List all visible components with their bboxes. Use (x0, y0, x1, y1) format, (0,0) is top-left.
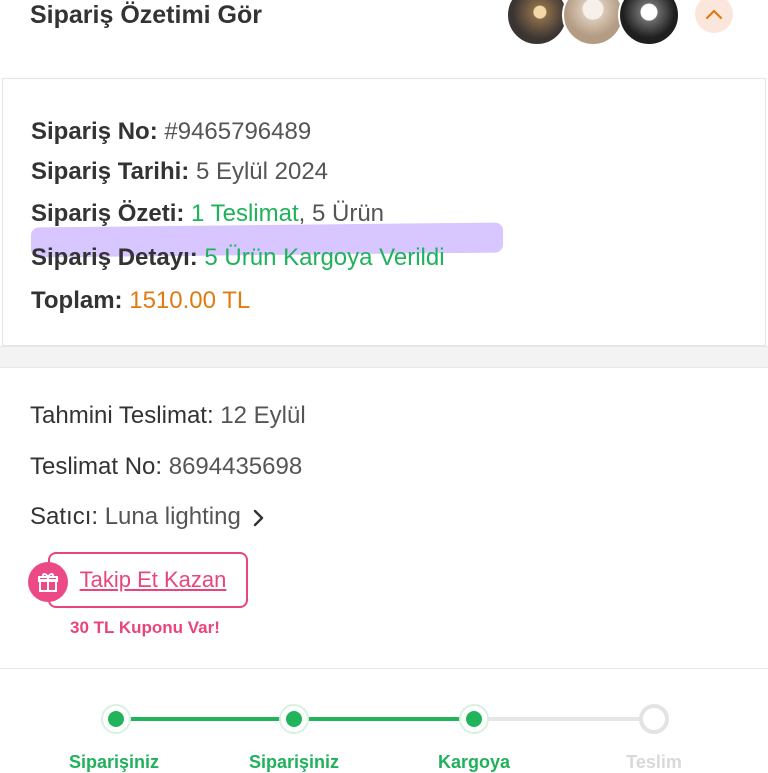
product-thumbnails (506, 0, 680, 46)
tracking-value: 8694435698 (168, 453, 303, 480)
order-detail-status: 5 Ürün Kargoya Verildi (204, 244, 445, 271)
order-number-row: Sipariş No: #9465796489 (31, 117, 311, 147)
step-3-label: Kargoya (437, 752, 511, 772)
order-number-value: #9465796489 (164, 118, 312, 145)
step-4-label: Teslim (626, 752, 682, 772)
chevron-right-icon (253, 509, 263, 526)
order-total-label: Toplam: (31, 287, 123, 314)
step-2-label: Siparişiniz (248, 752, 340, 772)
chevron-up-icon (705, 9, 723, 20)
order-summary-label: Sipariş Özeti: (31, 200, 185, 227)
order-date-value: 5 Eylül 2024 (195, 158, 329, 185)
order-date-row: Sipariş Tarihi: 5 Eylül 2024 (31, 157, 328, 187)
item-count: , 5 Ürün (298, 200, 385, 227)
order-total-row: Toplam: 1510.00 TL (31, 286, 250, 316)
product-thumbnail (618, 0, 680, 46)
order-date-label: Sipariş Tarihi: (31, 158, 190, 185)
order-summary-header[interactable]: Sipariş Özetimi Gör (0, 0, 768, 76)
collapse-button[interactable] (695, 0, 733, 33)
step-1-label: Siparişiniz (68, 752, 160, 772)
order-detail-label: Sipariş Detayı: (31, 244, 198, 271)
follow-and-earn-label: Takip Et Kazan (79, 567, 227, 592)
delivery-count-link[interactable]: 1 Teslimat (191, 200, 299, 227)
eta-label: Tahmini Teslimat: (30, 402, 214, 429)
shipment-progress-tracker: Siparişiniz Siparişiniz Kargoya Teslim (0, 670, 768, 772)
order-total-value: 1510.00 TL (129, 287, 251, 314)
gift-icon (28, 562, 68, 602)
product-thumbnail (562, 0, 624, 46)
step-2-dot (279, 704, 309, 734)
seller-name-link[interactable]: Luna lighting (105, 503, 241, 530)
seller-label: Satıcı: (30, 503, 99, 530)
progress-line (474, 717, 654, 721)
order-detail-row: Sipariş Detayı: 5 Ürün Kargoya Verildi (31, 243, 445, 273)
tracking-row: Teslimat No: 8694435698 (30, 452, 302, 482)
progress-line (294, 717, 474, 721)
eta-value: 12 Eylül (220, 402, 306, 429)
section-divider (0, 668, 768, 669)
coupon-text: 30 TL Kuponu Var! (70, 618, 220, 637)
progress-line (116, 717, 294, 721)
page-title: Sipariş Özetimi Gör (30, 1, 263, 29)
eta-row: Tahmini Teslimat: 12 Eylül (30, 401, 306, 431)
order-number-label: Sipariş No: (31, 118, 158, 145)
order-summary-row: Sipariş Özeti: 1 Teslimat, 5 Ürün (31, 199, 384, 229)
step-4-dot (639, 704, 669, 734)
step-1-dot (101, 704, 131, 734)
seller-row[interactable]: Satıcı: Luna lighting (30, 502, 264, 532)
product-thumbnail (506, 0, 568, 46)
step-3-dot (459, 704, 489, 734)
section-divider (0, 346, 768, 368)
order-info-card: Sipariş No: #9465796489 Sipariş Tarihi: … (2, 78, 766, 346)
tracking-label: Teslimat No: (30, 453, 163, 480)
follow-and-earn-button[interactable]: Takip Et Kazan (48, 552, 248, 608)
